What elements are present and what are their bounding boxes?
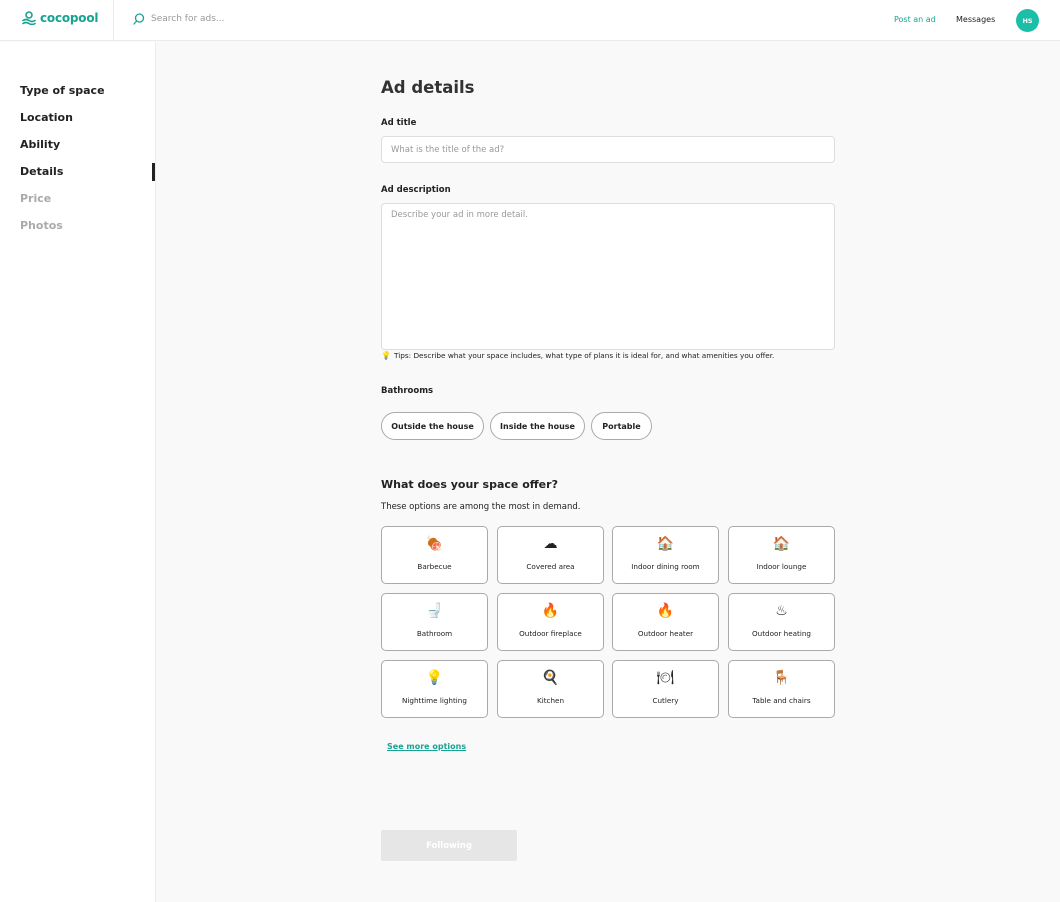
tips-text: Tips: Describe what your space includes,… bbox=[393, 351, 775, 360]
amenity-card-bathroom[interactable]: 🚽 Bathroom bbox=[381, 593, 488, 651]
amenity-card-table-and-chairs[interactable]: 🪑 Table and chairs bbox=[728, 660, 835, 718]
amenity-label: Outdoor fireplace bbox=[519, 629, 582, 638]
nighttime-lighting-icon: 💡 bbox=[425, 670, 444, 686]
bathroom-option-portable[interactable]: Portable bbox=[591, 412, 652, 440]
search-icon bbox=[133, 13, 145, 25]
kitchen-icon: 🍳 bbox=[541, 670, 560, 686]
brand-logo[interactable]: cocopool bbox=[22, 11, 99, 25]
bathrooms-label: Bathrooms bbox=[381, 386, 434, 396]
amenity-card-outdoor-heating[interactable]: ♨ Outdoor heating bbox=[728, 593, 835, 651]
outdoor-fireplace-icon: 🔥 bbox=[541, 603, 560, 619]
sidebar-item-photos[interactable]: Photos bbox=[20, 219, 63, 232]
amenity-card-outdoor-heater[interactable]: 🔥 Outdoor heater bbox=[612, 593, 719, 651]
offer-section-subtitle: These options are among the most in dema… bbox=[381, 502, 581, 512]
tips-text-row: 💡 Tips: Describe what your space include… bbox=[381, 351, 774, 360]
covered-area-icon: ☁ bbox=[543, 536, 558, 552]
active-step-indicator bbox=[152, 163, 155, 181]
avatar[interactable]: HS bbox=[1016, 9, 1039, 32]
ad-description-label: Ad description bbox=[381, 185, 451, 195]
lightbulb-icon: 💡 bbox=[381, 351, 391, 360]
messages-link[interactable]: Messages bbox=[956, 15, 995, 24]
cutlery-icon: 🍽 bbox=[656, 670, 675, 686]
amenity-label: Table and chairs bbox=[752, 696, 811, 705]
amenity-label: Bathroom bbox=[416, 629, 453, 638]
barbecue-icon: 🍖 bbox=[425, 536, 444, 552]
bathroom-option-outside[interactable]: Outside the house bbox=[381, 412, 484, 440]
see-more-options-link[interactable]: See more options bbox=[387, 742, 466, 751]
amenity-card-indoor-dining-room[interactable]: 🏠 Indoor dining room bbox=[612, 526, 719, 584]
outdoor-heater-icon: 🔥 bbox=[656, 603, 675, 619]
sidebar-item-type-of-space[interactable]: Type of space bbox=[20, 84, 105, 97]
amenity-card-cutlery[interactable]: 🍽 Cutlery bbox=[612, 660, 719, 718]
amenity-label: Outdoor heating bbox=[752, 629, 811, 638]
sidebar-item-location[interactable]: Location bbox=[20, 111, 73, 124]
bathroom-option-inside[interactable]: Inside the house bbox=[490, 412, 585, 440]
ad-description-textarea[interactable] bbox=[381, 203, 835, 350]
brand-name: cocopool bbox=[40, 11, 99, 25]
indoor-lounge-icon: 🏠 bbox=[772, 536, 791, 552]
amenity-label: Nighttime lighting bbox=[402, 696, 467, 705]
amenity-label: Outdoor heater bbox=[637, 629, 694, 638]
amenity-card-nighttime-lighting[interactable]: 💡 Nighttime lighting bbox=[381, 660, 488, 718]
amenity-card-covered-area[interactable]: ☁ Covered area bbox=[497, 526, 604, 584]
sidebar-item-price[interactable]: Price bbox=[20, 192, 51, 205]
amenity-label: Indoor lounge bbox=[756, 562, 807, 571]
offer-section-title: What does your space offer? bbox=[381, 478, 558, 491]
indoor-dining-room-icon: 🏠 bbox=[656, 536, 675, 552]
amenity-label: Covered area bbox=[526, 562, 575, 571]
cocopool-logo-icon bbox=[22, 11, 36, 25]
search-input[interactable] bbox=[151, 14, 311, 24]
post-ad-link[interactable]: Post an ad bbox=[894, 15, 936, 24]
sidebar-item-ability[interactable]: Ability bbox=[20, 138, 60, 151]
sidebar-item-details[interactable]: Details bbox=[20, 165, 63, 178]
amenity-card-outdoor-fireplace[interactable]: 🔥 Outdoor fireplace bbox=[497, 593, 604, 651]
ad-title-input[interactable] bbox=[381, 136, 835, 163]
ad-title-label: Ad title bbox=[381, 118, 417, 128]
amenity-label: Indoor dining room bbox=[631, 562, 700, 571]
top-navbar: cocopool Post an ad Messages HS bbox=[0, 0, 1060, 41]
page-title: Ad details bbox=[381, 78, 475, 97]
outdoor-heating-icon: ♨ bbox=[775, 603, 788, 619]
bathroom-icon: 🚽 bbox=[425, 603, 444, 619]
amenity-card-indoor-lounge[interactable]: 🏠 Indoor lounge bbox=[728, 526, 835, 584]
amenity-label: Barbecue bbox=[417, 562, 452, 571]
table-and-chairs-icon: 🪑 bbox=[772, 670, 791, 686]
amenity-card-barbecue[interactable]: 🍖 Barbecue bbox=[381, 526, 488, 584]
search-bar[interactable] bbox=[133, 13, 311, 25]
amenity-label: Kitchen bbox=[536, 696, 564, 705]
amenity-card-kitchen[interactable]: 🍳 Kitchen bbox=[497, 660, 604, 718]
amenity-label: Cutlery bbox=[652, 696, 679, 705]
header-divider bbox=[113, 0, 114, 41]
following-button[interactable]: Following bbox=[381, 830, 517, 861]
